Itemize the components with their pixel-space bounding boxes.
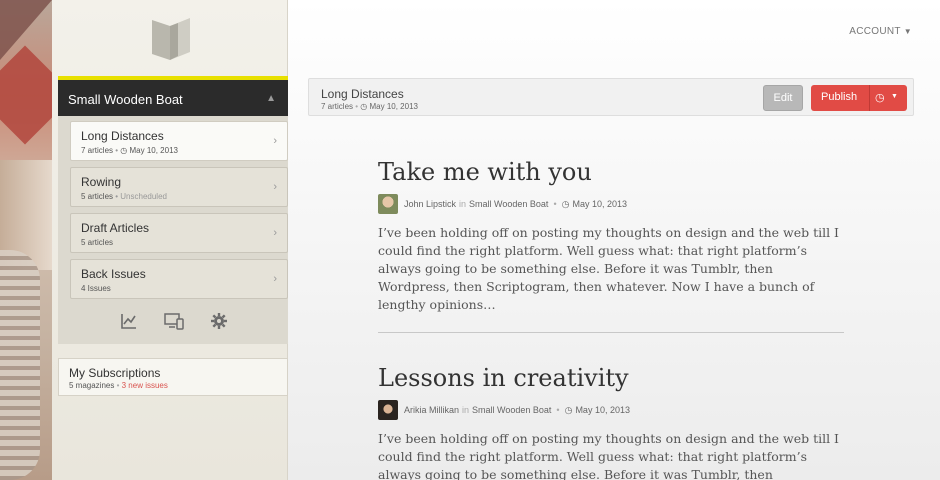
clock-icon: ◷ xyxy=(360,102,368,111)
issue-name: Draft Articles xyxy=(81,221,150,235)
subscriptions-count: 5 magazines xyxy=(69,381,115,390)
article-byline: John Lipstick in Small Wooden Boat • ◷ M… xyxy=(378,194,848,214)
main-content: ACCOUNT ▼ Long Distances 7 articles • ◷ M… xyxy=(288,0,940,480)
publication-title: Small Wooden Boat xyxy=(68,92,183,107)
article-card: Take me with you John Lipstick in Small … xyxy=(378,158,848,314)
my-subscriptions[interactable]: My Subscriptions 5 magazines • 3 new iss… xyxy=(58,358,288,396)
issue-article-count: 4 Issues xyxy=(81,284,111,293)
chevron-up-icon: ▲ xyxy=(266,93,276,104)
subscriptions-meta: 5 magazines • 3 new issues xyxy=(69,381,168,390)
article-divider xyxy=(378,332,844,333)
avatar[interactable] xyxy=(378,400,398,420)
article-byline: Arikia Millikan in Small Wooden Boat • ◷… xyxy=(378,400,848,420)
article-date: May 10, 2013 xyxy=(572,199,627,209)
issue-item-rowing[interactable]: Rowing 5 articles • Unscheduled › xyxy=(70,167,288,207)
issue-date: May 10, 2013 xyxy=(369,102,418,111)
publication-header[interactable]: Small Wooden Boat ▲ xyxy=(58,76,288,116)
issue-article-count: 5 articles xyxy=(81,238,114,247)
chevron-right-icon: › xyxy=(273,227,277,239)
article-card: Lessons in creativity Arikia Millikan in… xyxy=(378,364,848,480)
issue-meta: 7 articles • ◷ May 10, 2013 xyxy=(81,146,178,155)
gear-icon[interactable] xyxy=(210,312,228,330)
sidebar: Small Wooden Boat ▲ Long Distances 7 art… xyxy=(52,0,288,480)
issue-article-count: 5 articles xyxy=(81,192,114,201)
issue-title: Long Distances xyxy=(321,87,404,101)
article-date: May 10, 2013 xyxy=(575,405,630,415)
in-label: in xyxy=(462,405,470,415)
issue-item-draft-articles[interactable]: Draft Articles 5 articles › xyxy=(70,213,288,253)
issue-meta: 7 articles • ◷ May 10, 2013 xyxy=(321,102,418,111)
schedule-clock-icon[interactable]: ◷ xyxy=(875,91,885,104)
issues-panel: Long Distances 7 articles • ◷ May 10, 20… xyxy=(58,116,288,344)
issue-item-long-distances[interactable]: Long Distances 7 articles • ◷ May 10, 20… xyxy=(70,121,288,161)
avatar[interactable] xyxy=(378,194,398,214)
issue-item-back-issues[interactable]: Back Issues 4 Issues › xyxy=(70,259,288,299)
subscriptions-title: My Subscriptions xyxy=(69,366,161,380)
article-title[interactable]: Lessons in creativity xyxy=(378,364,848,392)
publish-label: Publish xyxy=(821,91,858,103)
issue-name: Long Distances xyxy=(81,129,164,143)
chevron-right-icon: › xyxy=(273,181,277,193)
background-photo xyxy=(0,0,52,480)
article-excerpt: I’ve been holding off on posting my thou… xyxy=(378,431,839,480)
devices-icon[interactable] xyxy=(164,312,184,330)
issue-date: May 10, 2013 xyxy=(129,146,178,155)
clock-icon: ◷ xyxy=(120,146,128,155)
issue-toolbar: Long Distances 7 articles • ◷ May 10, 20… xyxy=(308,78,914,116)
issue-meta: 5 articles • Unscheduled xyxy=(81,192,167,201)
issue-article-count: 7 articles xyxy=(321,102,354,111)
publication-link[interactable]: Small Wooden Boat xyxy=(469,199,548,209)
clock-icon: ◷ xyxy=(561,198,570,209)
chevron-down-icon: ▼ xyxy=(903,27,912,36)
account-menu[interactable]: ACCOUNT ▼ xyxy=(849,26,912,37)
issue-name: Back Issues xyxy=(81,267,146,281)
app-logo-icon[interactable] xyxy=(150,16,192,62)
issue-date: Unscheduled xyxy=(120,192,167,201)
author-name[interactable]: Arikia Millikan xyxy=(404,405,459,415)
article-title[interactable]: Take me with you xyxy=(378,158,848,186)
sidebar-toolbar xyxy=(58,312,288,336)
chevron-down-icon[interactable]: ▼ xyxy=(891,93,898,100)
new-issues-badge: 3 new issues xyxy=(121,381,168,390)
account-label: ACCOUNT xyxy=(849,26,901,37)
chevron-right-icon: › xyxy=(273,273,277,285)
publish-button[interactable]: Publish ◷ ▼ xyxy=(811,85,907,111)
edit-button[interactable]: Edit xyxy=(763,85,803,111)
chevron-right-icon: › xyxy=(273,135,277,147)
stats-icon[interactable] xyxy=(120,312,138,330)
issue-name: Rowing xyxy=(81,175,122,189)
article-excerpt: I’ve been holding off on posting my thou… xyxy=(378,225,839,312)
author-name[interactable]: John Lipstick xyxy=(404,199,456,209)
in-label: in xyxy=(459,199,467,209)
issue-article-count: 7 articles xyxy=(81,146,114,155)
clock-icon: ◷ xyxy=(564,404,573,415)
publication-link[interactable]: Small Wooden Boat xyxy=(472,405,551,415)
